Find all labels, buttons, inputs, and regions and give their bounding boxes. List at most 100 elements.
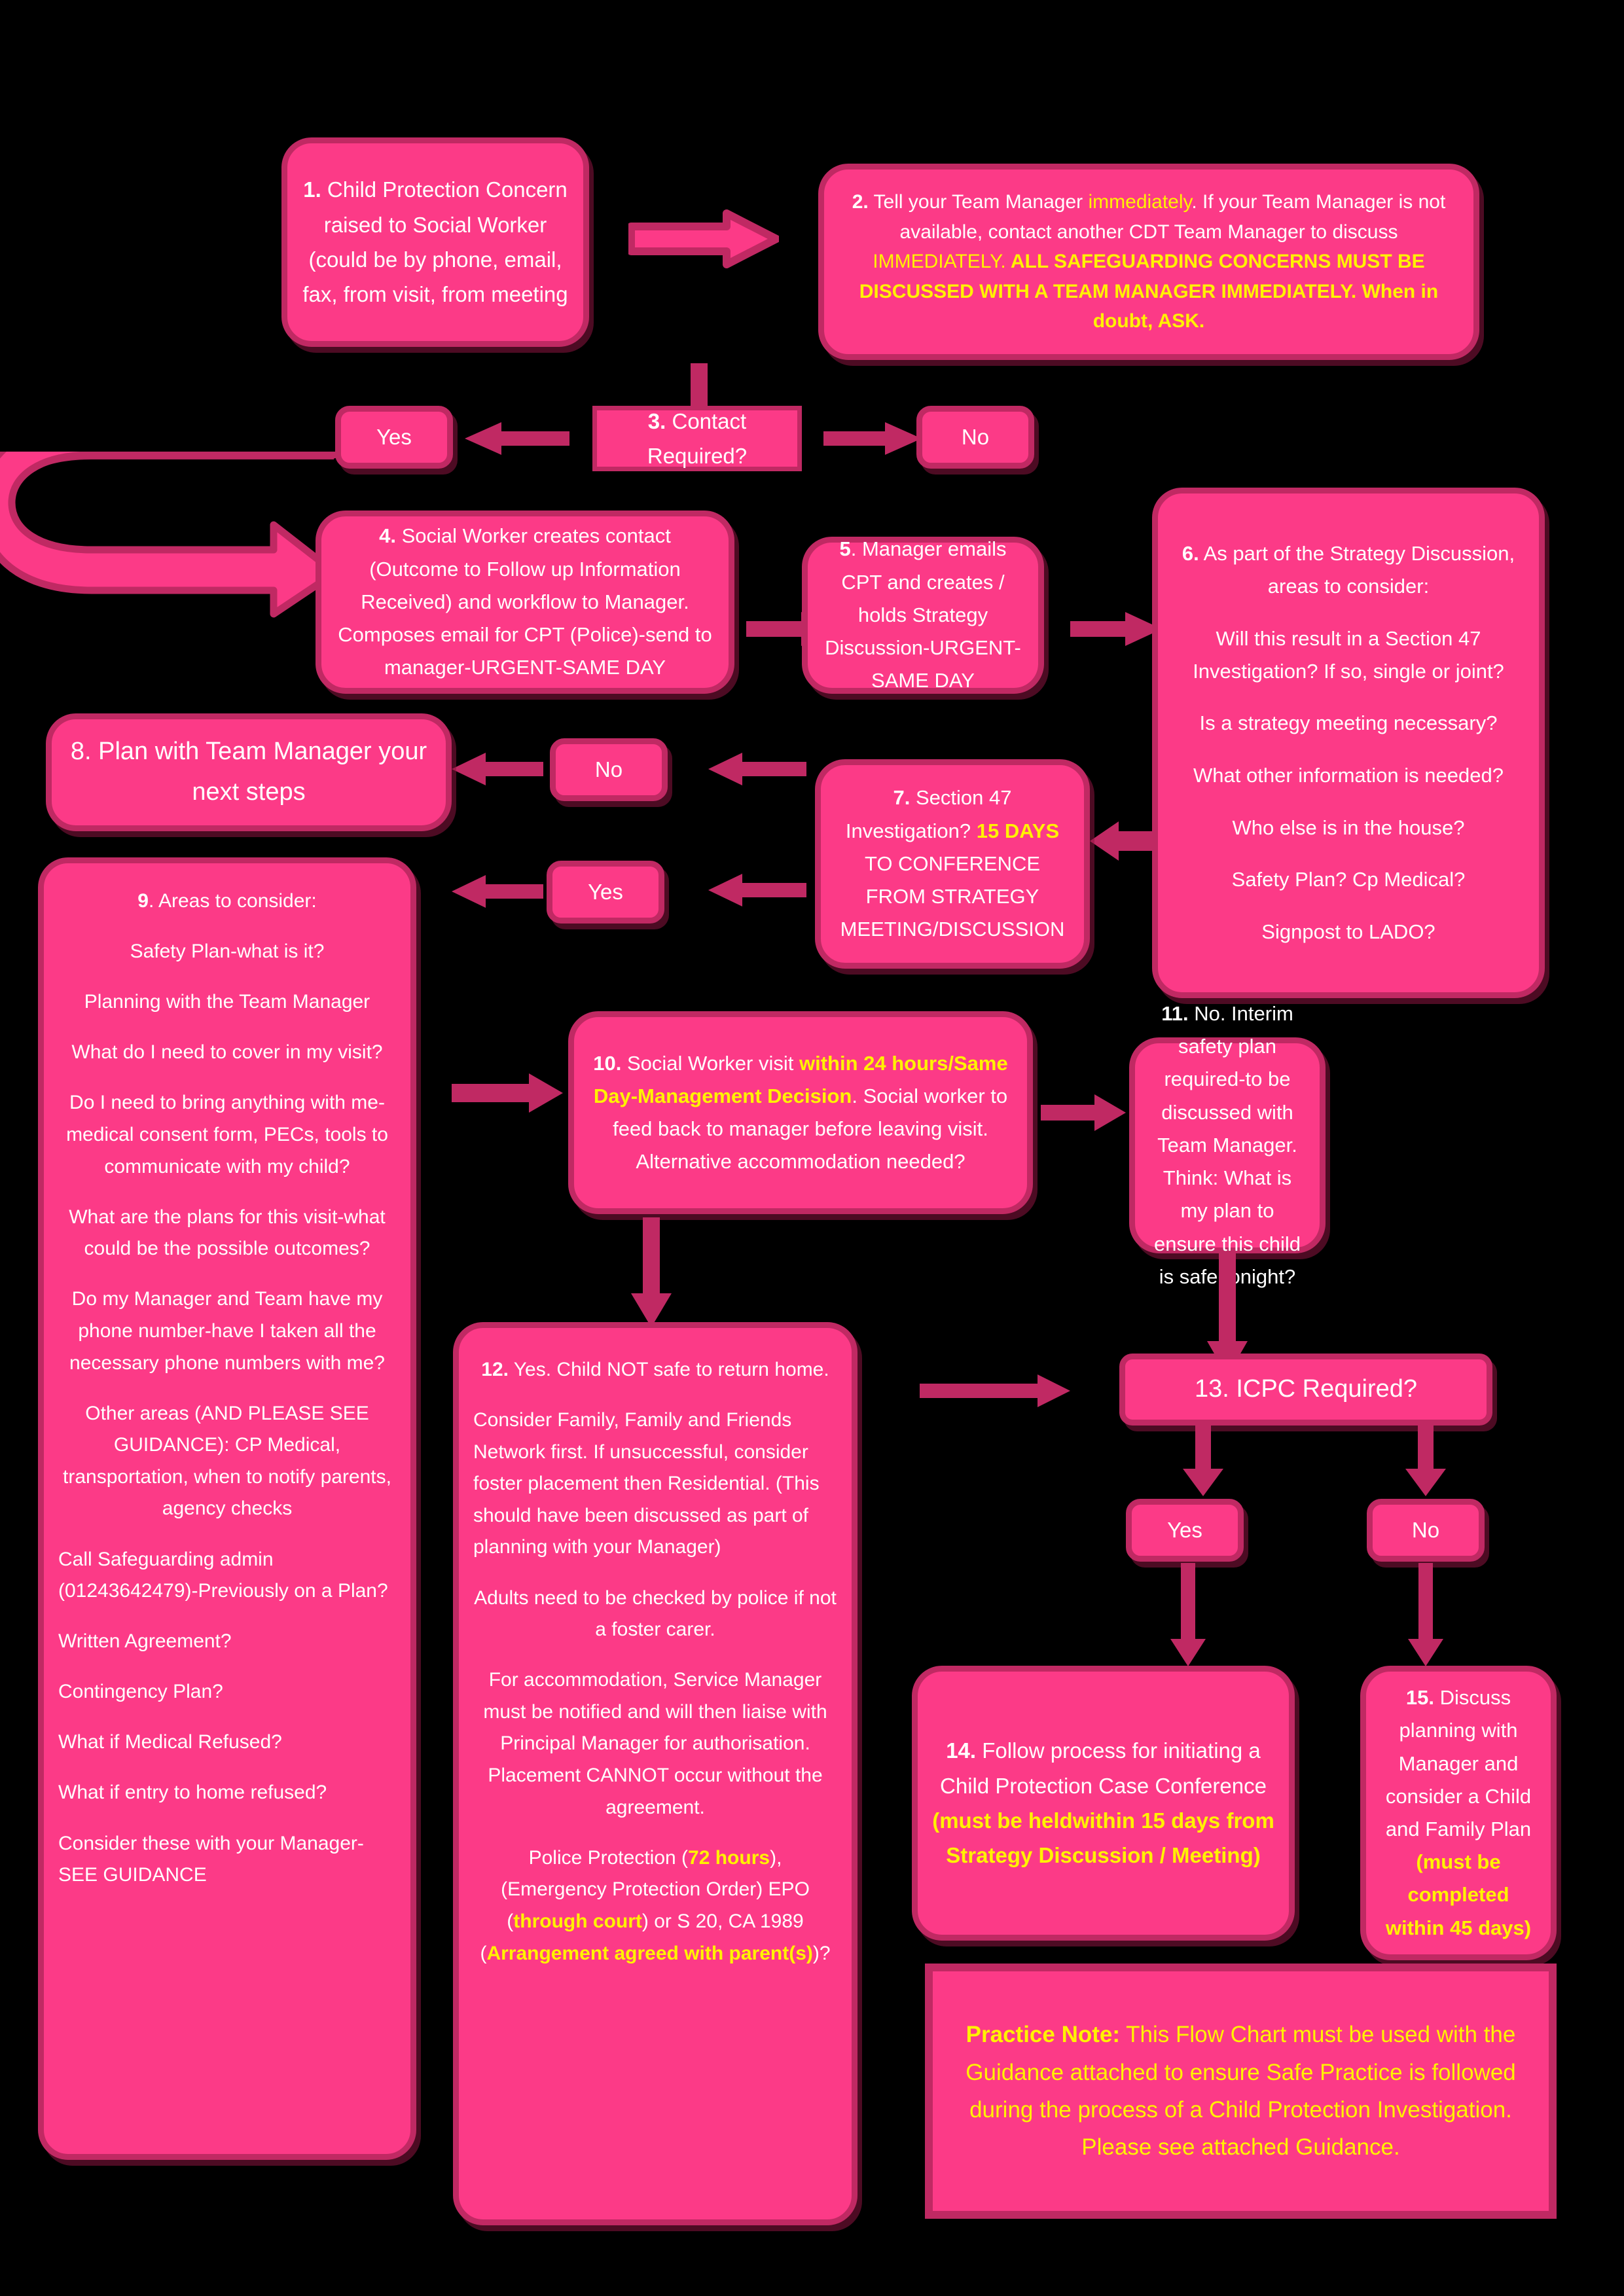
node-4-text: Social Worker creates contact (Outcome t… [338, 524, 712, 679]
node-9-left-item-0: Call Safeguarding admin (01243642479)-Pr… [58, 1548, 388, 1602]
node-7-15days-highlight: 15 DAYS [976, 819, 1060, 842]
arrow-10-to-11-icon [1041, 1094, 1126, 1131]
node-15-number: 15. [1405, 1686, 1434, 1710]
node-12-para5: Police Protection (72 hours), (Emergency… [473, 1842, 837, 1969]
node-6-item-0: Will this result in a Section 47 Investi… [1193, 626, 1504, 683]
node-3-no-branch[interactable]: No [916, 406, 1034, 469]
node-14-seg1: Follow process for initiating a Child Pr… [940, 1738, 1267, 1798]
arrow-yes-to-9-icon [452, 875, 543, 908]
node-4-social-worker-creates-contact[interactable]: 4. Social Worker creates contact (Outcom… [316, 511, 734, 694]
node-13-no-label: No [1411, 1518, 1440, 1543]
flowchart-canvas: 1. Child Protection Concern raised to So… [0, 0, 1624, 2296]
node-15-45days-highlight: (must be completed within 45 days) [1385, 1850, 1532, 1939]
node-2-immediately-highlight: immediately [1088, 191, 1192, 213]
node-1-child-protection-concern[interactable]: 1. Child Protection Concern raised to So… [281, 137, 589, 347]
node-10-seg1: Social Worker visit [621, 1051, 799, 1075]
node-7-number: 7. [893, 786, 911, 810]
node-12-through-court-highlight: through court [513, 1910, 642, 1932]
node-9-left-item-1: Written Agreement? [58, 1630, 232, 1653]
node-12-para2: Consider Family, Family and Friends Netw… [473, 1409, 820, 1558]
node-8-text: Plan with Team Manager your next steps [91, 738, 427, 806]
node-9-item-5: Do my Manager and Team have my phone num… [69, 1288, 385, 1374]
node-6-item-4: Safety Plan? Cp Medical? [1231, 868, 1466, 891]
node-9-item-4: What are the plans for this visit-what c… [69, 1206, 386, 1260]
node-3-number: 3. [647, 408, 666, 433]
node-2-immediately-caps-highlight: IMMEDIATELY. [873, 251, 1006, 273]
node-9-item-0: Safety Plan-what is it? [130, 941, 325, 963]
node-11-interim-safety-plan[interactable]: 11. No. Interim safety plan required-to … [1129, 1002, 1326, 1288]
node-14-15days-highlight: (must be heldwithin 15 days from Strateg… [932, 1808, 1274, 1868]
node-12-child-not-safe-to-return-home[interactable]: 12. Yes. Child NOT safe to return home. … [453, 1322, 857, 2225]
node-5-number: 5 [839, 537, 851, 561]
node-8-plan-with-team-manager[interactable]: 8. Plan with Team Manager your next step… [46, 713, 452, 831]
node-6-item-2: What other information is needed? [1193, 764, 1504, 787]
node-7-yes-branch[interactable]: Yes [547, 861, 664, 924]
node-11-number: 11. [1161, 1002, 1189, 1026]
node-9-item-2: What do I need to cover in my visit? [71, 1041, 383, 1064]
arrow-9-to-10-icon [452, 1073, 563, 1113]
node-14-child-protection-case-conference[interactable]: 14. Follow process for initiating a Chil… [912, 1666, 1295, 1941]
node-9-left-item-2: Contingency Plan? [58, 1681, 223, 1703]
node-13-icpc-required[interactable]: 13. ICPC Required? [1119, 1354, 1492, 1426]
node-12-para1: Yes. Child NOT safe to return home. [509, 1359, 829, 1380]
node-12-number: 12. [481, 1359, 509, 1380]
arrow-no-to-8-icon [452, 753, 543, 785]
node-6-strategy-discussion-areas[interactable]: 6. As part of the Strategy Discussion, a… [1152, 488, 1545, 998]
node-6-item-3: Who else is in the house? [1232, 816, 1465, 839]
node-13-number: 13. [1194, 1375, 1229, 1403]
node-9-intro: . Areas to consider: [148, 890, 317, 912]
node-12-para5-a: Police Protection ( [528, 1846, 689, 1869]
arrow-7-to-yes-icon [708, 874, 806, 906]
practice-note-box[interactable]: Practice Note: This Flow Chart must be u… [925, 1964, 1557, 2219]
arrow-no-to-15-icon [1406, 1563, 1445, 1668]
arrow-7-to-no-icon [708, 753, 806, 785]
node-11-text: No. Interim safety plan required-to be d… [1153, 1002, 1301, 1288]
node-9-item-3: Do I need to bring anything with me-medi… [66, 1092, 388, 1177]
node-14-number: 14. [946, 1738, 977, 1763]
arrow-yes-to-14-icon [1168, 1563, 1208, 1668]
node-15-seg1: Discuss planning with Manager and consid… [1385, 1686, 1532, 1840]
arrow-3-to-no-icon [823, 422, 922, 455]
node-3-contact-required[interactable]: 3. Contact Required? [592, 406, 802, 471]
node-10-social-worker-visit[interactable]: 10. Social Worker visit within 24 hours/… [568, 1011, 1033, 1214]
arrow-6-to-7-icon [1090, 821, 1155, 861]
arrow-13-to-no-icon [1403, 1426, 1449, 1498]
node-9-number: 9 [137, 890, 149, 912]
node-9-left-item-5: Consider these with your Manager-SEE GUI… [58, 1832, 364, 1886]
node-12-arrangement-highlight: Arrangement agreed with parent(s) [486, 1942, 813, 1964]
node-6-item-1: Is a strategy meeting necessary? [1199, 711, 1498, 735]
arrow-3-to-yes-icon [465, 422, 569, 455]
node-7-section-47-investigation[interactable]: 7. Section 47 Investigation? 15 DAYS TO … [815, 759, 1090, 969]
node-2-number: 2. [852, 191, 869, 213]
arrow-12-to-13-icon [920, 1374, 1070, 1407]
node-7-seg3: TO CONFERENCE FROM STRATEGY MEETING/DISC… [840, 852, 1065, 941]
node-5-text: . Manager emails CPT and creates / holds… [825, 537, 1021, 692]
arrow-13-to-yes-icon [1180, 1426, 1226, 1498]
node-13-no-branch[interactable]: No [1367, 1499, 1485, 1562]
node-9-item-1: Planning with the Team Manager [84, 991, 370, 1013]
node-1-text: Child Protection Concern raised to Socia… [302, 177, 568, 307]
node-3-no-label: No [961, 425, 990, 450]
arrow-5-to-6-icon [1070, 612, 1162, 646]
node-7-no-branch[interactable]: No [550, 738, 668, 801]
node-12-para3: Adults need to be checked by police if n… [474, 1587, 837, 1641]
node-6-item-5: Signpost to LADO? [1261, 920, 1435, 944]
node-2-seg1: Tell your Team Manager [868, 191, 1089, 213]
node-9-areas-to-consider[interactable]: 9. Areas to consider: Safety Plan-what i… [38, 857, 416, 2160]
node-2-tell-team-manager[interactable]: 2. Tell your Team Manager immediately. I… [818, 164, 1479, 360]
node-13-text: ICPC Required? [1229, 1375, 1418, 1403]
node-10-number: 10. [593, 1051, 622, 1075]
node-12-para4: For accommodation, Service Manager must … [483, 1669, 827, 1818]
node-9-left-item-3: What if Medical Refused? [58, 1731, 282, 1753]
practice-note-label: Practice Note: [965, 2022, 1121, 2048]
node-9-left-item-4: What if entry to home refused? [58, 1782, 327, 1804]
node-15-child-and-family-plan[interactable]: 15. Discuss planning with Manager and co… [1360, 1666, 1557, 1960]
node-9-item-6: Other areas (AND PLEASE SEE GUIDANCE): C… [63, 1402, 391, 1520]
arrow-1-to-2-icon [628, 209, 779, 268]
node-7-yes-label: Yes [588, 880, 623, 905]
node-13-yes-branch[interactable]: Yes [1126, 1499, 1244, 1562]
node-3-yes-branch[interactable]: Yes [335, 406, 453, 469]
node-5-manager-emails-cpt[interactable]: 5. Manager emails CPT and creates / hold… [802, 537, 1044, 694]
node-1-number: 1. [303, 177, 321, 202]
node-6-number: 6. [1182, 541, 1199, 565]
